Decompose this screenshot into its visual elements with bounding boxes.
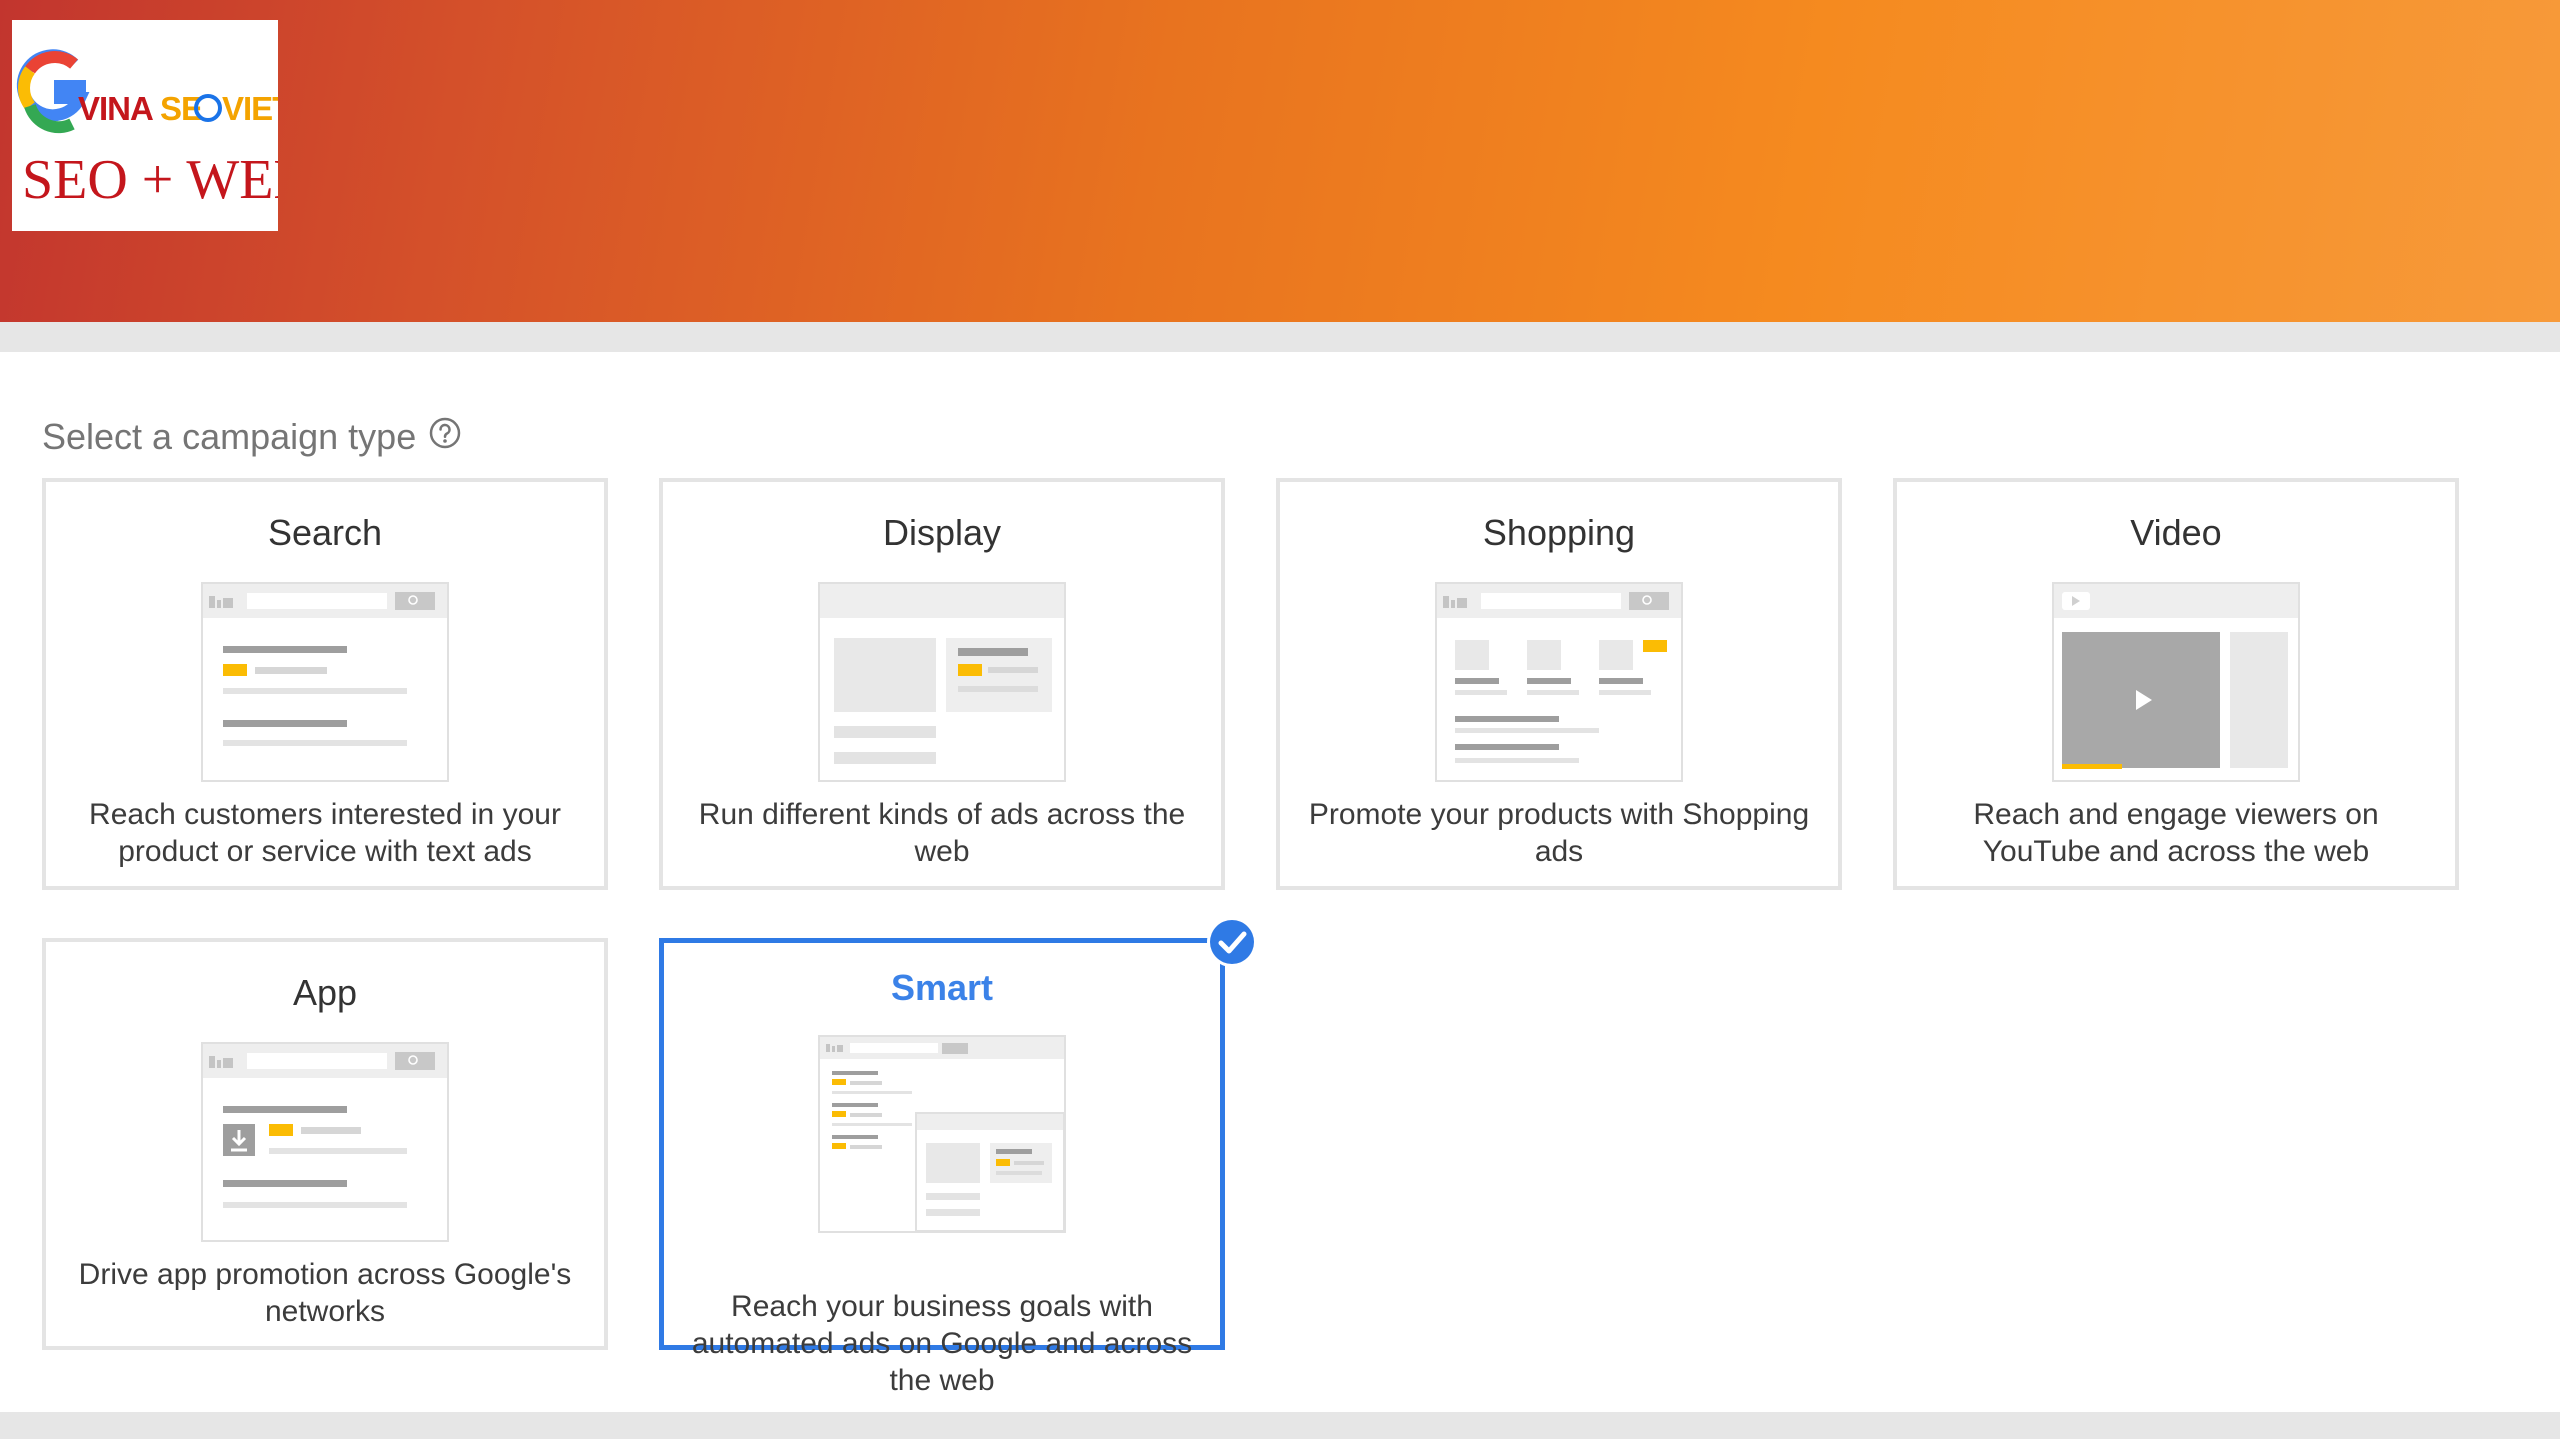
campaign-description: Reach your business goals with automated… — [691, 1290, 1193, 1397]
campaign-title: Video — [2130, 512, 2222, 553]
campaign-card-shopping[interactable]: Shopping Promote your products with Shop… — [1276, 478, 1842, 890]
campaign-title: Smart — [890, 967, 994, 1008]
campaign-title: Search — [267, 512, 383, 553]
vinaseoviet-logo: VINA SE VIET SEO + WEB — [12, 20, 278, 231]
section-title-text: Select a campaign type — [42, 416, 417, 457]
campaign-title: App — [292, 972, 358, 1013]
svg-text:VINA: VINA — [78, 90, 153, 127]
campaign-title: Display — [882, 512, 1002, 553]
campaign-card-app[interactable]: App Drive app promotion across Google's … — [42, 938, 608, 1350]
campaign-description: Promote your products with Shopping ads — [1308, 798, 1810, 868]
campaign-description: Drive app promotion across Google's netw… — [78, 1258, 572, 1328]
video-ad-illustration — [2052, 582, 2300, 782]
shopping-ad-illustration — [1435, 582, 1683, 782]
header-banner — [0, 0, 2560, 322]
app-ad-illustration — [201, 1042, 449, 1242]
display-ad-illustration — [818, 582, 1066, 782]
campaign-card-display[interactable]: Display Run different kinds of ads acros… — [659, 478, 1225, 890]
campaign-card-search[interactable]: Search Reach customers interested in you… — [42, 478, 608, 890]
search-ad-illustration — [201, 582, 449, 782]
campaign-description: Reach customers interested in your produ… — [89, 798, 561, 868]
campaign-description: Run different kinds of ads across the we… — [698, 798, 1186, 868]
banner-divider — [0, 322, 2560, 352]
campaign-card-smart[interactable]: Smart Reach your business goals with aut… — [659, 938, 1225, 1397]
section-title: Select a campaign type — [42, 412, 462, 462]
campaign-card-video[interactable]: Video Reach and engage viewers on YouTub… — [1893, 478, 2459, 890]
footer-divider — [0, 1412, 2560, 1439]
help-circle-icon[interactable] — [428, 416, 462, 459]
svg-text:VIET: VIET — [222, 90, 278, 127]
campaign-description: Reach and engage viewers on YouTube and … — [1973, 798, 2379, 868]
svg-text:SEO + WEB: SEO + WEB — [22, 149, 278, 211]
smart-ad-illustration — [818, 1035, 1066, 1233]
selected-check-icon — [1207, 917, 1257, 967]
campaign-title: Shopping — [1482, 512, 1636, 553]
